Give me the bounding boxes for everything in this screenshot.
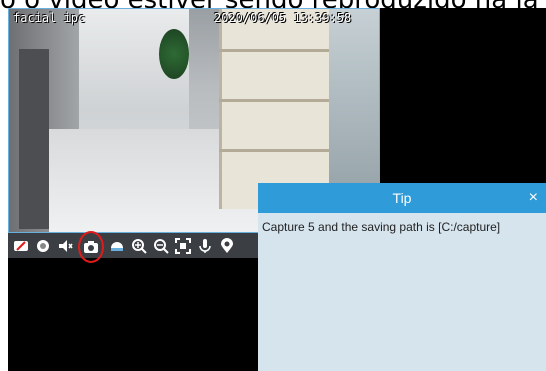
microphone-icon[interactable]	[196, 237, 214, 255]
close-icon[interactable]: ×	[529, 183, 538, 213]
tip-dialog: Tip × Capture 5 and the saving path is […	[258, 183, 546, 371]
camera-name-overlay: facial ipc	[13, 11, 86, 25]
tip-title: Tip	[392, 190, 412, 206]
zoom-out-icon[interactable]	[152, 237, 170, 255]
tip-header: Tip ×	[258, 183, 546, 213]
close-preview-icon[interactable]	[12, 237, 30, 255]
scene-door	[19, 49, 49, 229]
scene-shelf	[219, 9, 332, 209]
location-icon[interactable]	[218, 237, 236, 255]
audio-icon[interactable]	[56, 237, 74, 255]
record-icon[interactable]	[34, 237, 52, 255]
scene-plant	[159, 29, 189, 79]
snapshot-icon[interactable]	[78, 230, 104, 263]
scene-shelf-row	[219, 49, 329, 52]
tip-message: Capture 5 and the saving path is [C:/cap…	[262, 220, 501, 234]
scene-shelf-row	[219, 99, 329, 102]
fit-screen-icon[interactable]	[174, 237, 192, 255]
stream-icon[interactable]	[108, 237, 126, 255]
scene-shelf-row	[219, 149, 329, 152]
timestamp-overlay: 2020/06/05 13:39:58	[214, 11, 352, 25]
zoom-in-icon[interactable]	[130, 237, 148, 255]
